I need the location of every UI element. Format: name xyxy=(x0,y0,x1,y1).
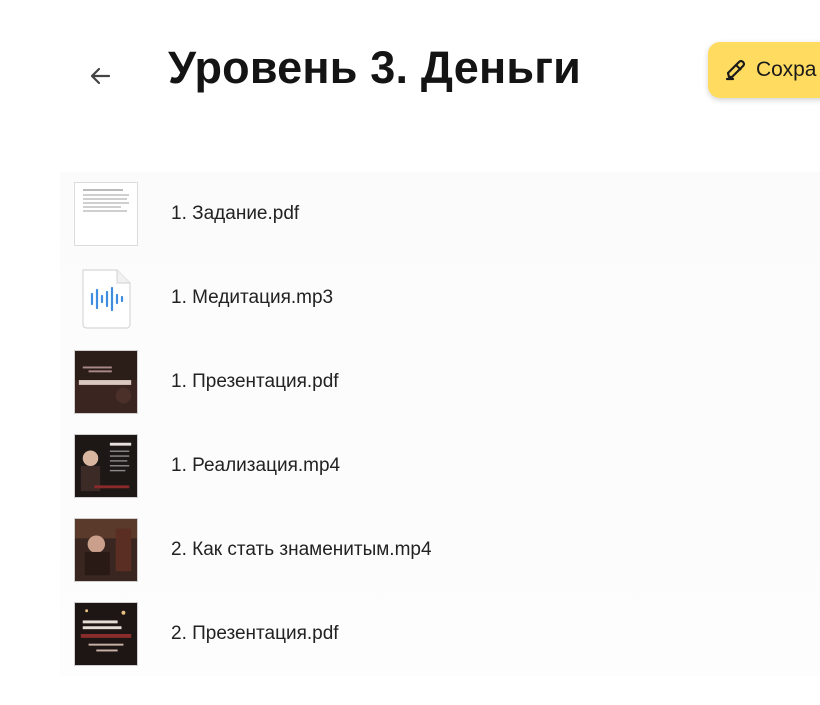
presentation-thumbnail xyxy=(74,350,138,414)
pen-icon xyxy=(724,58,748,82)
file-list: 1. Задание.pdf 1. Медитация.mp3 1. Презе… xyxy=(60,172,820,676)
header: Уровень 3. Деньги Сохра xyxy=(0,0,820,150)
file-name: 1. Реализация.mp4 xyxy=(171,455,341,476)
file-row[interactable]: 1. Медитация.mp3 xyxy=(60,256,820,340)
page: Уровень 3. Деньги Сохра 1. Задание.pdf 1… xyxy=(0,0,820,705)
file-row[interactable]: 2. Презентация.pdf xyxy=(60,592,820,676)
file-row[interactable]: 1. Реализация.mp4 xyxy=(60,424,820,508)
video-thumbnail xyxy=(74,434,138,498)
presentation-thumbnail xyxy=(74,602,138,666)
file-name: 1. Презентация.pdf xyxy=(171,371,339,392)
file-name: 1. Медитация.mp3 xyxy=(171,287,334,308)
file-row[interactable]: 2. Как стать знаменитым.mp4 xyxy=(60,508,820,592)
file-name: 1. Задание.pdf xyxy=(171,203,300,224)
document-thumbnail xyxy=(74,182,138,246)
file-name: 2. Как стать знаменитым.mp4 xyxy=(171,539,432,560)
video-thumbnail xyxy=(74,518,138,582)
file-row[interactable]: 1. Презентация.pdf xyxy=(60,340,820,424)
file-name: 2. Презентация.pdf xyxy=(171,623,339,644)
arrow-left-icon xyxy=(90,67,111,85)
back-button[interactable] xyxy=(78,56,122,96)
save-button-label: Сохра xyxy=(756,58,817,81)
save-button[interactable]: Сохра xyxy=(708,42,820,98)
page-title: Уровень 3. Деньги xyxy=(168,42,582,93)
audio-file-icon xyxy=(74,266,138,330)
file-row[interactable]: 1. Задание.pdf xyxy=(60,172,820,256)
